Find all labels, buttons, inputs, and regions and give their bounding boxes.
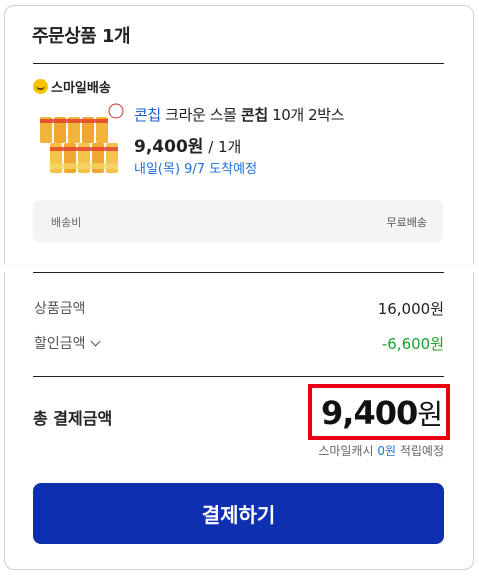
shipping-fee-value: 무료배송 (386, 216, 427, 229)
product-thumbnail[interactable] (36, 103, 124, 191)
smile-cash-suffix: 적립예정 (396, 444, 444, 458)
shipping-fee-box: 배송비 무료배송 (33, 200, 443, 242)
product-quantity: / 1개 (203, 138, 242, 156)
delivery-date: 내일(목) 9/7 도착예정 (134, 162, 258, 177)
title-divider (33, 63, 444, 64)
product-name[interactable]: 콘칩 크라운 스몰 콘칩 10개 2박스 (134, 104, 345, 125)
summary-divider (33, 272, 444, 273)
chevron-down-icon (90, 336, 100, 347)
order-items-title: 주문상품 1개 (32, 26, 131, 47)
product-amount-value: 16,000원 (377, 300, 444, 318)
smile-cash-amount: 0원 (377, 444, 397, 458)
discount-label: 할인금액 (34, 336, 86, 352)
product-amount-label: 상품금액 (34, 301, 86, 317)
product-name-tail: 10개 2박스 (267, 106, 345, 124)
smile-icon (33, 79, 48, 94)
smile-cash-prefix: 스마일캐시 (318, 444, 378, 458)
shipping-fee-label: 배송비 (51, 216, 82, 229)
total-payment-label: 총 결제금액 (33, 409, 113, 428)
total-payment-amount: 9,400원 (321, 393, 443, 433)
product-name-middle: 크라운 스몰 (160, 106, 241, 124)
product-price: 9,400원 (134, 137, 204, 157)
discount-value: -6,600원 (381, 335, 444, 353)
smile-delivery-label: 스마일배송 (51, 81, 111, 96)
smile-delivery-badge: 스마일배송 (33, 77, 111, 96)
product-brand[interactable]: 콘칩 (134, 106, 161, 124)
discount-toggle[interactable]: 할인금액 (34, 333, 100, 353)
total-amount-unit: 원 (417, 398, 443, 431)
smile-cash-info: 스마일캐시 0원 적립예정 (318, 442, 444, 459)
section-gap (0, 264, 479, 272)
pay-button[interactable]: 결제하기 (33, 483, 444, 544)
product-name-bold: 콘칩 (240, 106, 268, 124)
total-amount-number: 9,400 (321, 394, 418, 432)
product-price-line: 9,400원 / 1개 (134, 132, 241, 157)
total-divider (33, 376, 444, 377)
